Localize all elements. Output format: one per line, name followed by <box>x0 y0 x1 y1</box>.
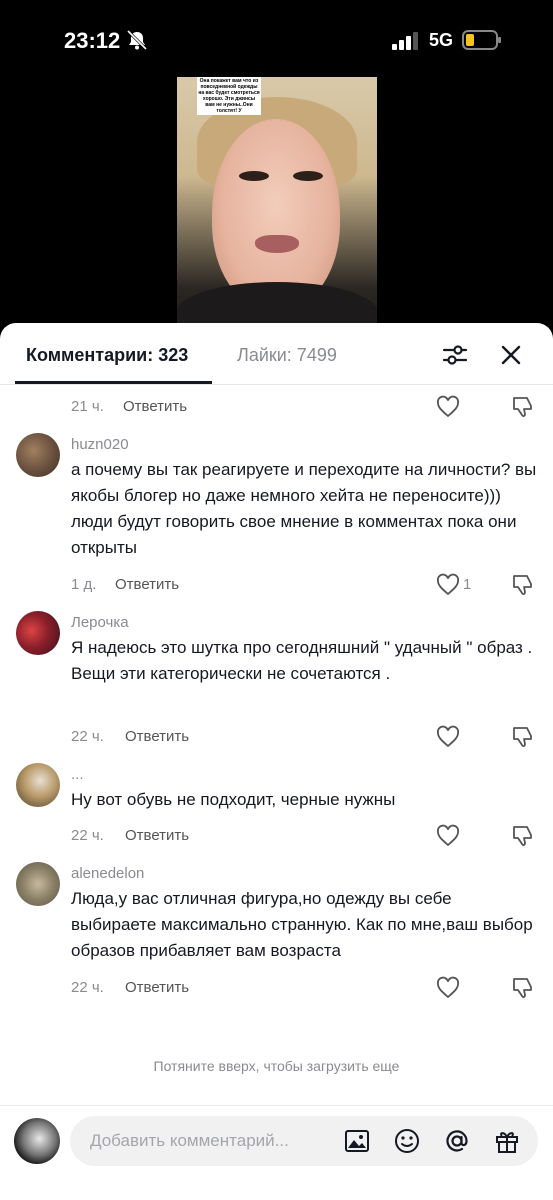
video-mouth <box>255 235 299 253</box>
close-icon[interactable] <box>497 341 525 369</box>
comment-username[interactable]: ... <box>71 766 84 783</box>
comment-age: 22 ч. <box>71 728 104 745</box>
heart-icon[interactable] <box>436 395 460 419</box>
thumbs-down-icon[interactable] <box>510 725 534 749</box>
comment-age: 21 ч. <box>71 398 104 415</box>
heart-icon[interactable] <box>436 824 460 848</box>
comment-input[interactable]: Добавить комментарий... <box>70 1116 538 1166</box>
reply-button[interactable]: Ответить <box>125 979 189 996</box>
tab-bar: Комментарии: 323 Лайки: 7499 <box>0 323 553 385</box>
clock: 23:12 <box>64 28 121 53</box>
thumbs-down-icon[interactable] <box>510 976 534 1000</box>
reply-button[interactable]: Ответить <box>125 728 189 745</box>
sliders-icon[interactable] <box>441 341 469 369</box>
avatar[interactable] <box>14 1118 60 1164</box>
signal-bars-icon <box>392 32 418 50</box>
comment-text: Люда,у вас отличная фигура,но одежду вы … <box>71 889 533 960</box>
thumbs-down-icon[interactable] <box>510 573 534 597</box>
comment-age: 22 ч. <box>71 979 104 996</box>
comment-username[interactable]: Лерочка <box>71 614 129 631</box>
comments-sheet: Комментарии: 323 Лайки: 7499 21 ч. Ответ… <box>0 323 553 1200</box>
comment-username[interactable]: huzn020 <box>71 436 129 453</box>
like-count: 1 <box>463 576 472 593</box>
reply-button[interactable]: Ответить <box>115 576 179 593</box>
video-eye-left <box>239 171 269 181</box>
network-type: 5G <box>429 30 454 50</box>
comment-text: Я надеюсь это шутка про сегодняшний " уд… <box>71 638 533 683</box>
comment-username[interactable]: alenedelon <box>71 865 144 882</box>
heart-icon[interactable] <box>436 725 460 749</box>
thumbs-down-icon[interactable] <box>510 824 534 848</box>
video-eye-right <box>293 171 323 181</box>
heart-icon[interactable] <box>436 573 460 597</box>
avatar[interactable] <box>16 611 60 655</box>
image-icon[interactable] <box>344 1128 370 1154</box>
reply-button[interactable]: Ответить <box>125 827 189 844</box>
heart-icon[interactable] <box>436 976 460 1000</box>
gift-icon[interactable] <box>494 1128 520 1154</box>
avatar[interactable] <box>16 433 60 477</box>
video-shirt <box>177 282 377 325</box>
reply-button[interactable]: Ответить <box>123 398 187 415</box>
comment-text: а почему вы так реагируете и переходите … <box>71 460 537 557</box>
load-more-hint[interactable]: Потяните вверх, чтобы загрузить еще <box>0 1058 553 1074</box>
active-tab-indicator <box>15 381 212 384</box>
tab-comments[interactable]: Комментарии: 323 <box>26 345 188 366</box>
comment-input-placeholder[interactable]: Добавить комментарий... <box>90 1131 289 1151</box>
comment-age: 22 ч. <box>71 827 104 844</box>
thumbs-down-icon[interactable] <box>510 395 534 419</box>
emoji-icon[interactable] <box>394 1128 420 1154</box>
status-bar: 23:12 5G <box>0 0 553 80</box>
avatar[interactable] <box>16 763 60 807</box>
bell-slash-icon <box>126 30 148 50</box>
battery-low-icon <box>462 30 501 50</box>
video-preview[interactable]: Она покажет вам что из повседневной одеж… <box>177 77 377 325</box>
comment-age: 1 д. <box>71 576 97 593</box>
tab-likes[interactable]: Лайки: 7499 <box>237 345 337 366</box>
comment-composer: Добавить комментарий... <box>0 1105 553 1200</box>
mention-icon[interactable] <box>444 1128 470 1154</box>
video-caption: Она покажет вам что из повседневной одеж… <box>197 77 261 115</box>
comment-text: Ну вот обувь не подходит, черные нужны <box>71 790 396 809</box>
video-face <box>212 119 340 309</box>
avatar[interactable] <box>16 862 60 906</box>
